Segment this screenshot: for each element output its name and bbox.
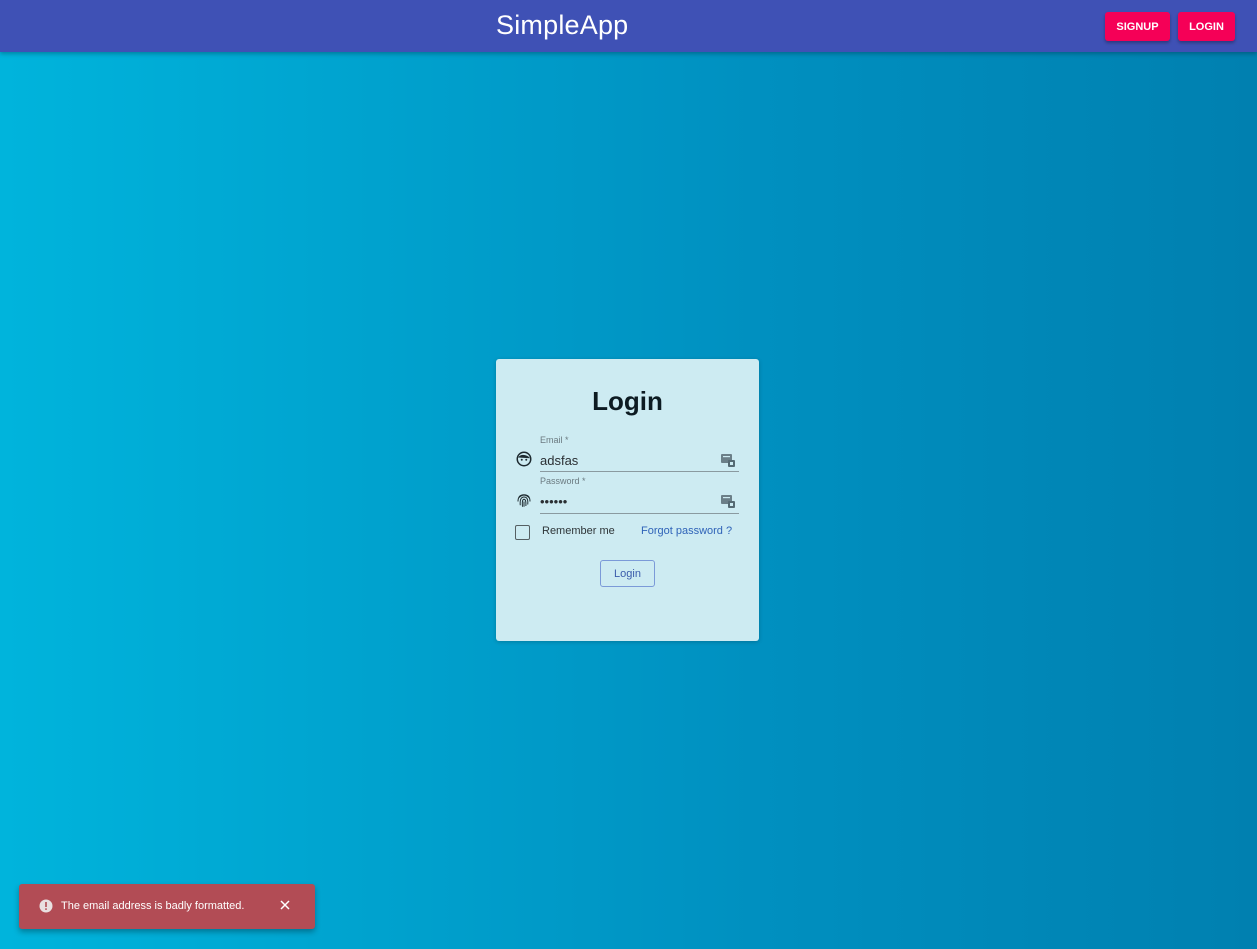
app-bar: SimpleApp SIGNUP LOGIN (0, 0, 1257, 52)
email-field[interactable]: adsfas (540, 453, 578, 468)
email-underline (540, 471, 739, 472)
error-icon (39, 899, 53, 913)
autofill-icon[interactable] (721, 453, 735, 467)
face-icon (516, 451, 532, 467)
snackbar-message: The email address is badly formatted. (61, 900, 245, 912)
login-submit-button[interactable]: Login (600, 560, 655, 587)
password-field[interactable]: •••••• (540, 494, 567, 509)
login-card: Login Email * adsfas Password * •••••• R (496, 359, 759, 641)
fingerprint-icon (517, 494, 531, 507)
autofill-icon[interactable] (721, 494, 735, 508)
password-underline (540, 513, 739, 514)
login-nav-button[interactable]: LOGIN (1178, 12, 1235, 41)
remember-checkbox[interactable] (515, 525, 530, 540)
close-icon[interactable] (278, 898, 292, 912)
forgot-password-link[interactable]: Forgot password ? (641, 525, 732, 537)
password-label: Password * (540, 476, 586, 486)
login-title: Login (592, 386, 663, 416)
app-title: SimpleApp (496, 10, 629, 40)
signup-button[interactable]: SIGNUP (1105, 12, 1170, 41)
remember-label: Remember me (542, 525, 615, 537)
email-label: Email * (540, 435, 569, 445)
error-snackbar: The email address is badly formatted. (19, 884, 315, 929)
